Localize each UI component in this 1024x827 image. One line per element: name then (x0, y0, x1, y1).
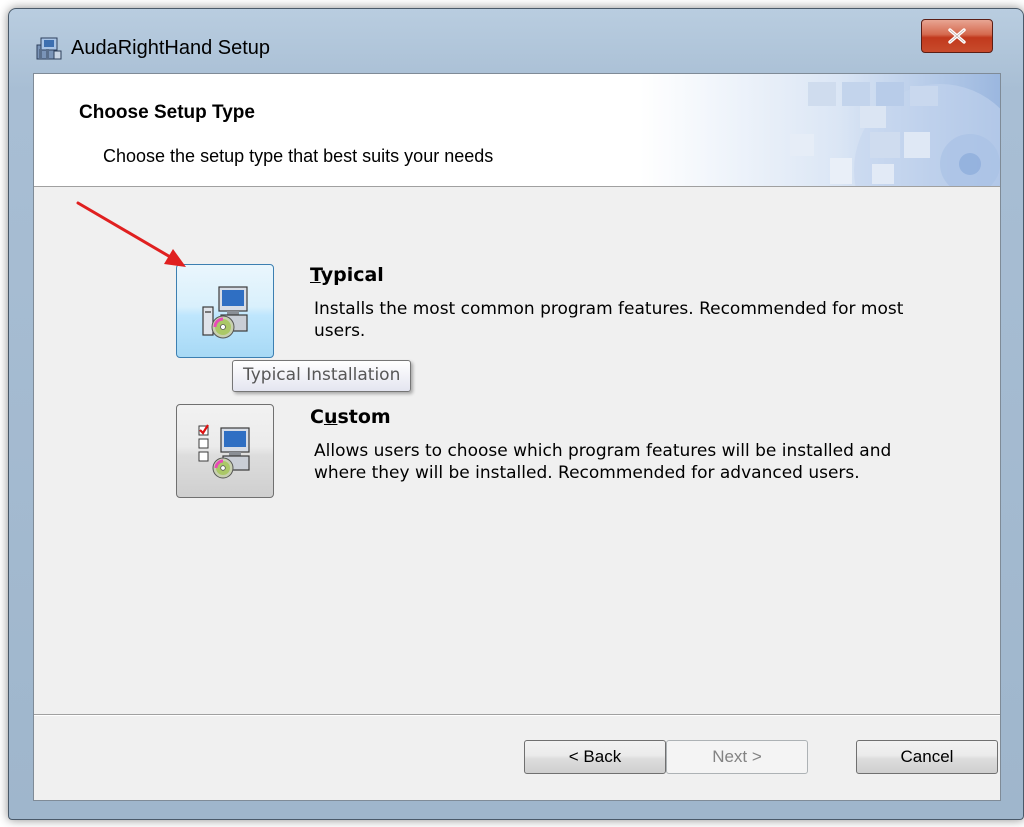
close-icon (948, 28, 966, 44)
custom-option-description: Allows users to choose which program fea… (314, 441, 892, 483)
button-divider-highlight (34, 715, 1000, 716)
custom-title-rest: stom (337, 406, 391, 428)
page-title: Choose Setup Type (79, 102, 255, 123)
typical-option-title[interactable]: Typical (310, 264, 384, 286)
title-bar[interactable]: AudaRightHand Setup (9, 9, 1023, 73)
next-button[interactable]: Next > (666, 740, 808, 774)
header-banner: Choose Setup Type Choose the setup type … (34, 74, 1000, 187)
typical-install-icon (202, 286, 248, 339)
typical-install-button[interactable] (176, 264, 274, 358)
banner-graphic (640, 74, 1000, 186)
close-button[interactable] (921, 19, 993, 53)
dialog-content: Choose Setup Type Choose the setup type … (33, 73, 1001, 801)
setup-package-icon (36, 37, 62, 60)
cancel-button[interactable]: Cancel (856, 740, 998, 774)
typical-tooltip: Typical Installation (232, 360, 412, 392)
typical-title-rest: ypical (320, 264, 384, 286)
setup-window: AudaRightHand Setup Choose Setup Type Ch… (8, 8, 1024, 820)
custom-title-first: C (310, 406, 324, 428)
custom-install-button[interactable] (176, 404, 274, 498)
page-subtitle: Choose the setup type that best suits yo… (103, 146, 494, 166)
custom-option-title[interactable]: Custom (310, 406, 391, 428)
custom-install-icon (198, 424, 250, 479)
typical-mnemonic: T (310, 264, 321, 286)
window-title: AudaRightHand Setup (71, 37, 271, 59)
custom-mnemonic: u (323, 406, 338, 428)
back-button[interactable]: < Back (524, 740, 666, 774)
typical-option-description: Installs the most common program feature… (314, 299, 904, 341)
